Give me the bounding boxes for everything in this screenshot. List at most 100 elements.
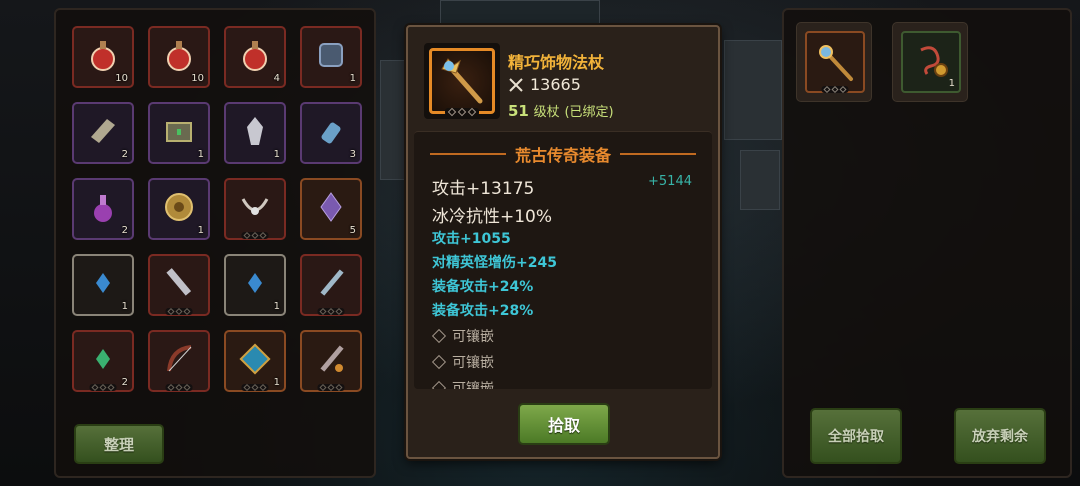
socket-dots <box>445 107 479 117</box>
extra-stat: 装备攻击+28% <box>432 303 534 319</box>
item-count: 10 <box>115 73 128 84</box>
inventory-slot[interactable]: 1 <box>224 330 286 392</box>
socket-dots <box>165 383 193 392</box>
ornate-sword-icon <box>320 345 344 372</box>
item-power: 13665 <box>508 75 581 94</box>
empty-socket: 可镶嵌 <box>431 378 494 389</box>
level-value: 51 <box>508 102 529 120</box>
item-count: 1 <box>948 78 955 89</box>
socket-dots <box>241 383 269 392</box>
socket-dots <box>241 231 269 240</box>
inventory-slot[interactable]: 3 <box>300 102 362 164</box>
empty-socket: 可镶嵌 <box>431 352 494 372</box>
item-count: 1 <box>121 301 128 312</box>
inventory-panel: 10 10 4 1 2 1 1 3 2 1 5 1 1 2 1 整理 <box>54 8 376 478</box>
item-count: 1 <box>197 149 204 160</box>
loot-slot[interactable]: 1 <box>892 22 968 102</box>
blue-gem-icon <box>248 272 262 293</box>
purple-crystal-icon <box>320 191 342 222</box>
inventory-slot[interactable] <box>148 330 210 392</box>
item-count: 2 <box>121 225 128 236</box>
red-potion-icon <box>167 40 191 71</box>
blue-gem-icon <box>96 272 110 293</box>
socket-label: 可镶嵌 <box>452 381 494 389</box>
rarity-label: 荒古传奇装备 <box>514 146 611 165</box>
stat-diff: +5144 <box>648 174 692 189</box>
blue-amulet-icon <box>239 343 271 375</box>
green-gem-icon <box>96 348 110 369</box>
inventory-slot[interactable]: 2 <box>72 330 134 392</box>
sort-button[interactable]: 整理 <box>74 424 164 464</box>
item-tooltip: 精巧饰物法杖 13665 51 级杖 (已绑定) 荒古传奇装备 攻击+13175… <box>406 25 720 459</box>
rope-amulet-icon <box>920 46 948 77</box>
socket-label: 可镶嵌 <box>452 329 494 345</box>
socket-diamond-icon <box>431 354 447 370</box>
item-count: 1 <box>273 377 280 388</box>
staff-icon <box>819 45 853 81</box>
item-count: 1 <box>197 225 204 236</box>
background-wall <box>740 150 780 210</box>
item-count: 4 <box>273 73 280 84</box>
white-crystal-icon <box>247 116 263 145</box>
inventory-slot[interactable]: 4 <box>224 26 286 88</box>
inventory-slot[interactable]: 10 <box>148 26 210 88</box>
item-count: 1 <box>349 73 356 84</box>
item-level: 51 级杖 (已绑定) <box>508 101 614 120</box>
item-icon-frame <box>424 43 500 119</box>
extra-stat: 装备攻击+24% <box>432 279 534 295</box>
inventory-slot[interactable]: 1 <box>224 102 286 164</box>
item-count: 10 <box>191 73 204 84</box>
item-count: 2 <box>121 149 128 160</box>
power-value: 13665 <box>530 75 581 94</box>
discard-rest-button[interactable]: 放弃剩余 <box>954 408 1046 464</box>
inventory-slot[interactable]: 1 <box>300 26 362 88</box>
base-stat: 冰冷抗性+10% <box>432 207 553 227</box>
background-wall <box>724 40 782 140</box>
inventory-slot[interactable]: 2 <box>72 102 134 164</box>
bound-label: (已绑定) <box>564 105 614 120</box>
pickup-all-button[interactable]: 全部拾取 <box>810 408 902 464</box>
extra-stat: 攻击+1055 <box>432 231 511 247</box>
greatsword-icon <box>166 267 192 296</box>
crossed-swords-icon <box>509 77 523 92</box>
inventory-slot[interactable] <box>224 178 286 240</box>
item-count: 5 <box>349 225 356 236</box>
extra-stat: 对精英怪增伤+245 <box>432 255 557 271</box>
inventory-slot[interactable]: 5 <box>300 178 362 240</box>
empty-socket: 可镶嵌 <box>431 326 494 346</box>
inventory-slot[interactable]: 10 <box>72 26 134 88</box>
socket-dots <box>165 307 193 316</box>
inventory-slot[interactable] <box>148 254 210 316</box>
bronze-coin-icon <box>165 192 193 221</box>
sword-icon <box>320 269 344 296</box>
inventory-slot[interactable]: 1 <box>148 178 210 240</box>
item-name: 精巧饰物法杖 <box>508 53 605 72</box>
inventory-slot[interactable] <box>300 254 362 316</box>
item-count: 1 <box>273 301 280 312</box>
level-label: 级杖 <box>533 105 560 120</box>
socket-diamond-icon <box>431 380 447 389</box>
inventory-slot[interactable]: 1 <box>72 254 134 316</box>
treasure-chest-icon <box>166 121 192 142</box>
socket-dots <box>89 383 117 392</box>
red-potion-icon <box>91 40 115 71</box>
inventory-slot[interactable] <box>300 330 362 392</box>
staff-icon <box>441 58 483 104</box>
red-potion-icon <box>243 40 267 71</box>
item-count: 2 <box>121 377 128 388</box>
necklace-icon <box>241 197 269 215</box>
loot-slot[interactable] <box>796 22 872 102</box>
socket-dots <box>821 85 849 94</box>
inventory-grid: 10 10 4 1 2 1 1 3 2 1 5 1 1 2 1 <box>70 24 366 406</box>
blue-rune-stone-icon <box>319 42 343 67</box>
blue-bottle-icon <box>321 122 341 144</box>
inventory-slot[interactable]: 2 <box>72 178 134 240</box>
cloth-scroll-icon <box>91 118 115 143</box>
inventory-slot[interactable]: 1 <box>148 102 210 164</box>
inventory-slot[interactable]: 1 <box>224 254 286 316</box>
item-stats: 荒古传奇装备 攻击+13175 +5144 冰冷抗性+10% 攻击+1055 对… <box>414 131 712 389</box>
pickup-button[interactable]: 拾取 <box>518 403 610 445</box>
background-wall <box>440 0 600 24</box>
item-count: 1 <box>273 149 280 160</box>
loot-panel: 1 全部拾取 放弃剩余 <box>782 8 1072 478</box>
